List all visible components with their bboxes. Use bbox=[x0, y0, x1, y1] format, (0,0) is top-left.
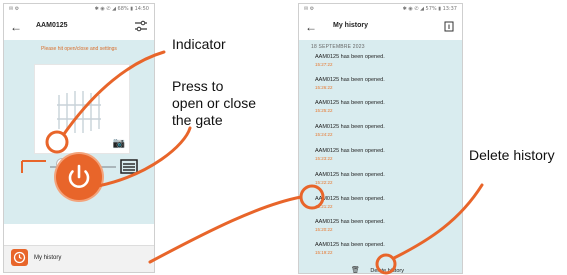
history-entry-highlight bbox=[299, 184, 325, 210]
press-callout-line bbox=[96, 126, 192, 188]
indicator-callout: Indicator bbox=[172, 36, 226, 52]
delete-highlight bbox=[375, 253, 397, 275]
delete-history-callout: Delete history bbox=[469, 147, 555, 163]
delete-callout-line bbox=[392, 183, 484, 260]
press-callout-line-3: the gate bbox=[172, 112, 223, 128]
press-callout: Press to open or close the gate bbox=[172, 78, 256, 129]
callout-overlay bbox=[45, 50, 484, 275]
indicator-callout-line bbox=[62, 50, 166, 136]
press-callout-line-1: Press to bbox=[172, 78, 224, 94]
press-callout-line-2: open or close bbox=[172, 95, 257, 111]
history-callout-line bbox=[148, 195, 303, 264]
